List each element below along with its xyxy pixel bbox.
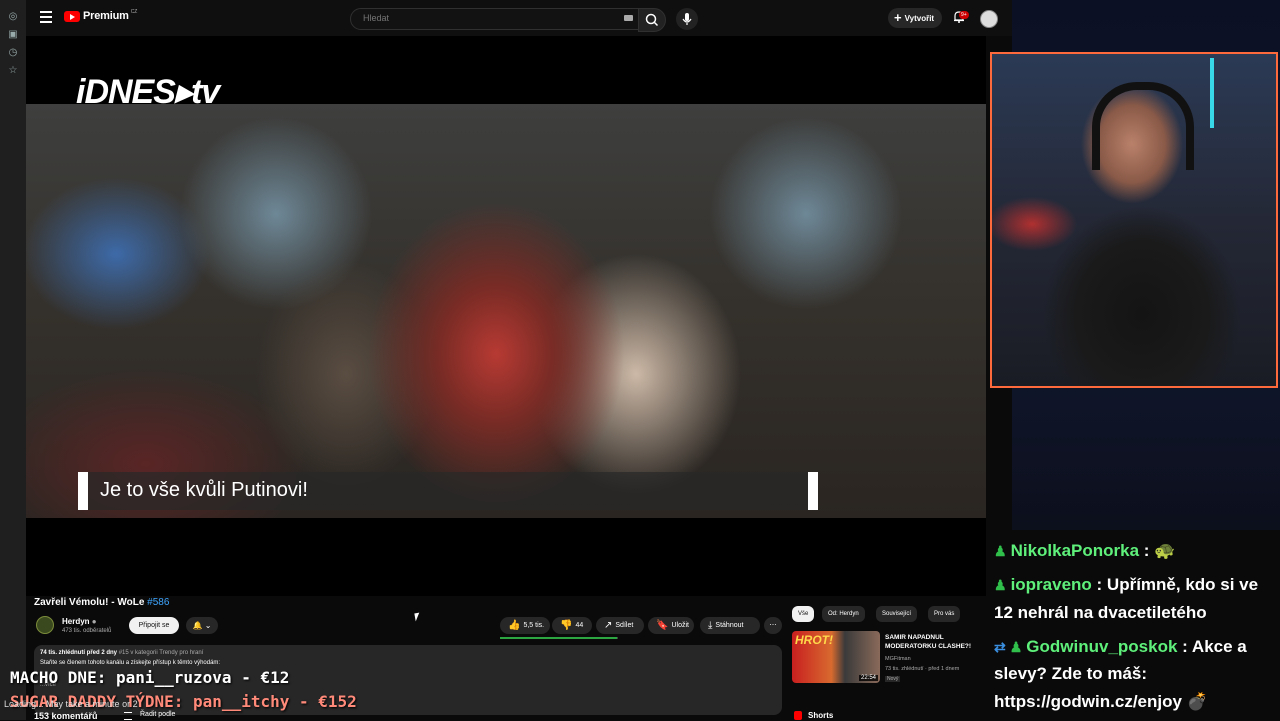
video-hashtag[interactable]: #586 [147,597,169,608]
download-button[interactable]: ⤓ Stáhnout [700,617,760,634]
share-button[interactable]: ↗ Sdílet [596,617,644,634]
voice-search-button[interactable] [676,8,698,30]
logo-text: Premium [83,10,129,22]
chip-for-you[interactable]: Pro vás [928,606,961,622]
thumbnail-text: HROT! [795,633,833,647]
related-video-thumbnail[interactable]: HROT! 22:54 [792,631,880,683]
channel-avatar[interactable] [36,616,54,634]
video-duration: 22:54 [858,675,878,681]
macho-dne-alert: MACHO DNE: pani__ruzova - €12 [10,668,290,687]
trend-tag[interactable]: #15 v kategorii Trendy pro hraní [119,650,204,656]
chat-message: ♟ NikolkaPonorka : 🐢 [994,537,1175,565]
youtube-play-icon [64,10,80,22]
chip-related[interactable]: Související [876,606,918,622]
video-title-text: Zavřeli Vémolu! - WoLe [34,597,145,608]
neon-light [1210,58,1214,128]
keyboard-icon[interactable] [624,15,633,21]
bell-icon: 🔔 [192,621,203,630]
prime-badge-icon: ⇄ [994,639,1006,655]
share-icon: ↗ [604,620,613,631]
hamburger-menu-icon[interactable] [40,11,52,23]
more-actions-button[interactable]: ⋯ [764,617,782,634]
like-ratio-bar [500,637,618,639]
chat-text-continued: 12 nehrál na dvacetiletého [994,603,1207,622]
sub-badge-icon: ♟ [994,543,1007,559]
like-ratio-fill [500,637,617,639]
loading-text: Loading... May take a minute or 2 [4,699,138,709]
chatgpt-icon[interactable]: ◎ [6,10,20,24]
caption-text: Je to vše kvůli Putinovi! [100,479,308,501]
chat-username: Godwinuv_poskok [1026,637,1178,656]
chat-message: ♟ iopraveno : Upřímně, kdo si ve [994,571,1258,599]
chip-from-channel[interactable]: Od: Herdyn [822,606,865,622]
create-label: Vytvořit [904,14,935,23]
new-badge: Nový [885,676,901,682]
favorites-icon[interactable]: ☆ [6,64,20,78]
thumbs-down-icon: 👎 [560,620,573,631]
chat-username: NikolkaPonorka [1010,541,1140,560]
sort-button[interactable]: Řadit podle [140,711,175,718]
sub-badge-icon: ♟ [994,577,1007,593]
search-button[interactable] [638,8,666,32]
burned-in-caption: Je to vše kvůli Putinovi! [78,472,818,510]
related-video-stats: 73 tis. zhlédnutí · před 1 dnem [885,666,960,672]
related-video-title[interactable]: SAMIR NAPADNUL MODERATORKU CLASHE?! [885,633,985,651]
dislike-button[interactable]: 👎 44 [552,617,592,634]
youtube-premium-logo[interactable]: Premium CZ [64,9,138,22]
shorts-section-title: Shorts [808,711,834,720]
video-title: Zavřeli Vémolu! - WoLe #586 [34,597,169,608]
like-count: 5,5 tis. [523,622,545,629]
description-meta: 74 tis. zhlédnutí před 2 dny #15 v kateg… [40,650,203,656]
video-player[interactable]: iDNES▸tv Je to vše kvůli Putinovi! [26,36,986,596]
sort-icon[interactable] [124,712,132,720]
chat-username: iopraveno [1010,575,1092,594]
join-button[interactable]: Připojit se [129,617,179,634]
headphones [1092,82,1194,170]
save-button[interactable]: 🔖 Uložit [648,617,694,634]
chat-text: : Akce a [1177,637,1247,656]
channel-name-text: Herdyn [62,617,90,626]
views-date: 74 tis. zhlédnutí před 2 dny [40,650,118,656]
dislike-count: 44 [575,622,584,629]
mouse-cursor-icon [414,612,421,622]
shorts-icon [794,711,802,720]
verified-icon: ● [91,617,97,626]
search-input[interactable] [361,12,605,24]
download-icon: ⤓ [708,620,713,631]
channel-name[interactable]: Herdyn ● [62,617,97,626]
chat-text: : Upřímně, kdo si ve [1091,575,1259,594]
subscriber-count: 473 tis. odběratelů [62,628,112,634]
bookmarks-icon[interactable]: ▣ [6,28,20,42]
notification-count-badge: 9+ [959,11,969,19]
youtube-header: Premium CZ +Vytvořit 9+ [26,0,1012,36]
chat-text-continued: slevy? Zde to máš: [994,664,1148,683]
microphone-icon [682,13,692,25]
webcam-feed [990,52,1278,388]
search-icon [645,13,659,27]
related-video-channel[interactable]: MGFitman [885,656,911,662]
like-button[interactable]: 👍 5,5 tis. [500,617,550,634]
history-icon[interactable]: ◷ [6,46,20,60]
sub-badge-icon: ♟ [1009,639,1023,655]
download-label: Stáhnout [715,622,744,629]
account-avatar[interactable] [980,10,998,28]
more-horizontal-icon: ⋯ [769,622,777,629]
chat-message: ⇄ ♟ Godwinuv_poskok : Akce a [994,633,1247,661]
region-code: CZ [130,9,138,15]
chevron-down-icon: ⌄ [204,621,212,630]
chat-text: : 🐢 [1139,541,1176,560]
browser-side-rail: ◎ ▣ ◷ ☆ [0,0,26,720]
bookmark-icon: 🔖 [656,620,669,631]
video-frame[interactable] [26,104,986,518]
plus-icon: + [894,10,902,25]
create-button[interactable]: + Vytvořit [888,8,942,28]
share-label: Sdílet [615,622,634,629]
thumbs-up-icon: 👍 [508,620,521,631]
subscription-bell-button[interactable]: 🔔 ⌄ [186,617,218,634]
chat-text-continued: https://godwin.cz/enjoy 💣 [994,692,1208,711]
description-text: Staňte se členem tohoto kanálu a získejt… [40,660,221,666]
save-label: Uložit [671,622,689,629]
search-box[interactable] [350,8,640,30]
chip-all[interactable]: Vše [792,606,815,622]
